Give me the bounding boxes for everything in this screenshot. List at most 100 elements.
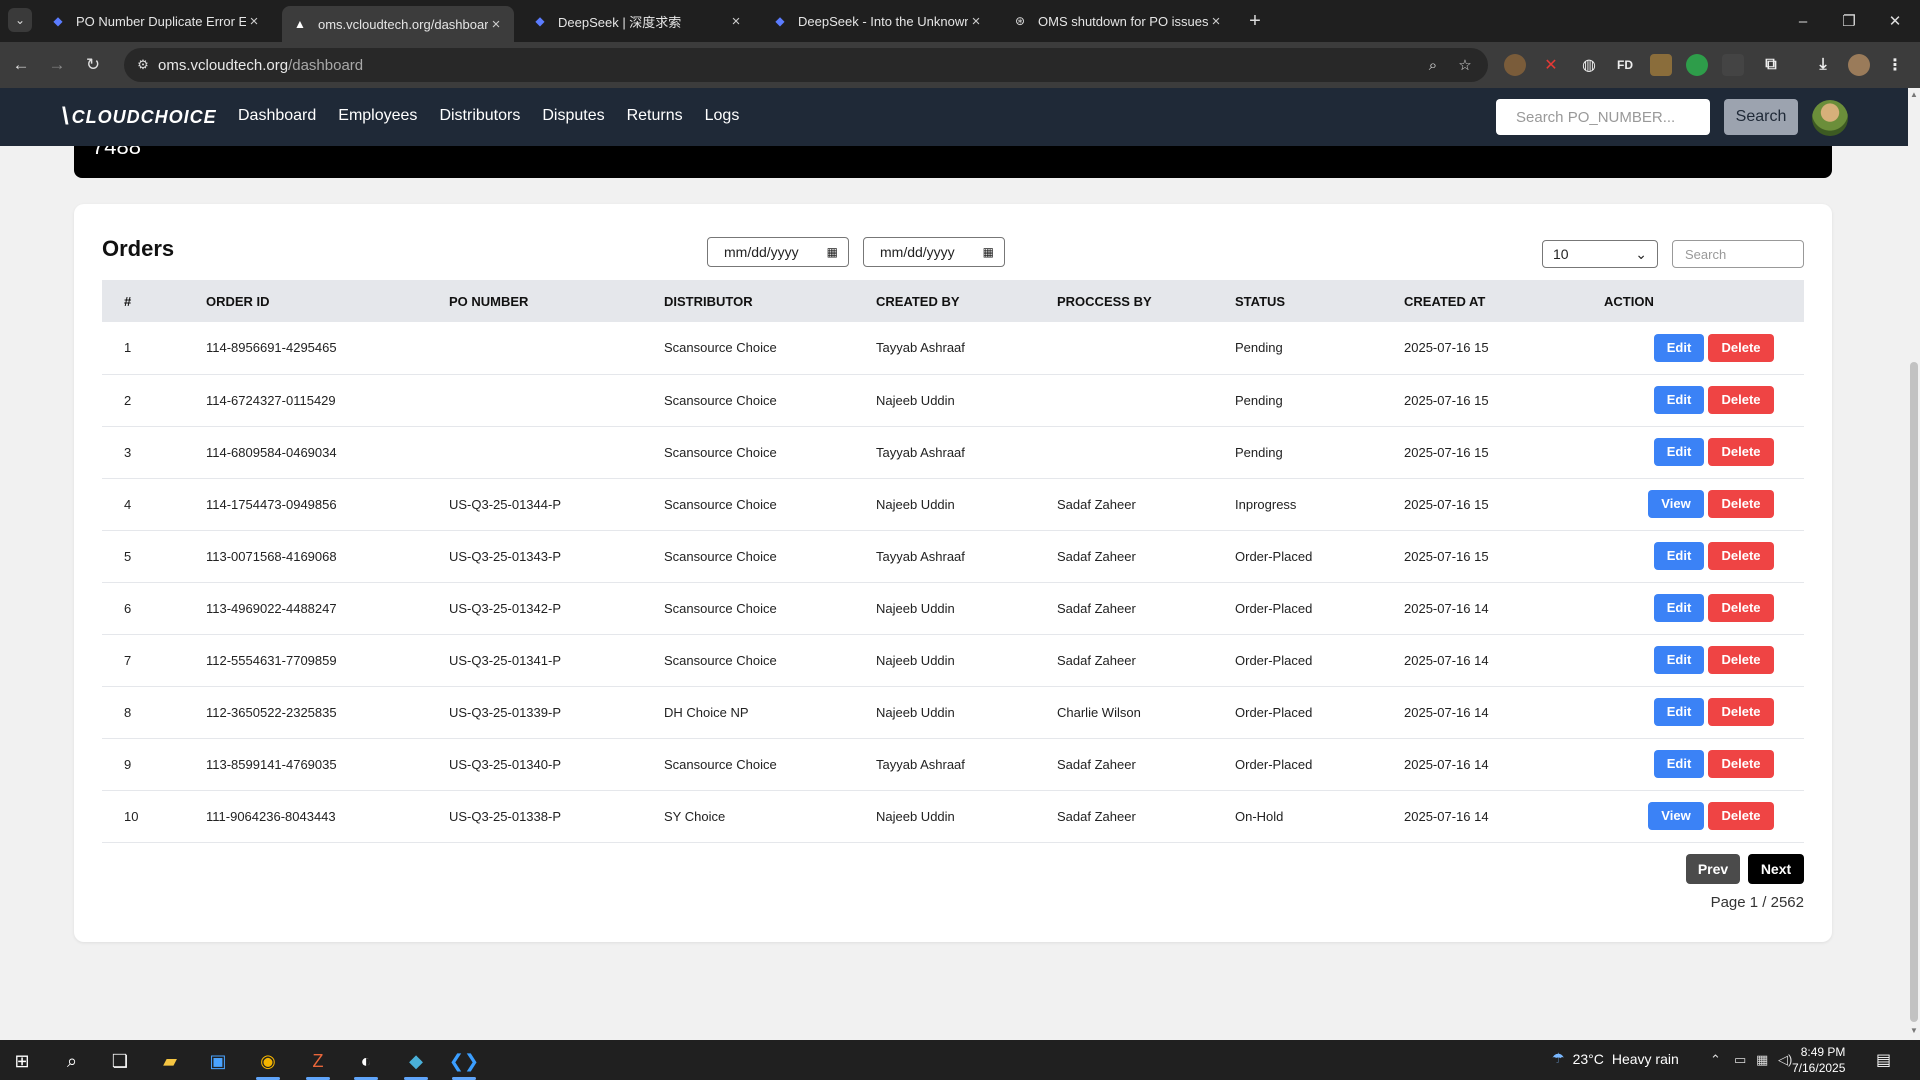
- view-button[interactable]: View: [1648, 802, 1704, 830]
- browser-tab-1[interactable]: ◆ PO Number Duplicate Error Exp ×: [40, 6, 272, 36]
- extension-x-icon[interactable]: ✕: [1540, 54, 1562, 76]
- edit-button[interactable]: Edit: [1654, 750, 1704, 778]
- tab-title: oms.vcloudtech.org/dashboard: [318, 16, 488, 32]
- nav-dashboard[interactable]: Dashboard: [238, 107, 316, 125]
- close-tab-icon[interactable]: ×: [246, 13, 262, 30]
- delete-button[interactable]: Delete: [1708, 802, 1774, 830]
- store-icon[interactable]: ▣: [198, 1046, 238, 1076]
- cell-created-at: 2025-07-16 15: [1404, 392, 1489, 408]
- forward-icon[interactable]: →: [46, 54, 68, 76]
- address-bar[interactable]: ⚙ oms.vcloudtech.org/dashboard ⌕ ☆: [124, 48, 1488, 82]
- extension-fd-icon[interactable]: FD: [1614, 54, 1636, 76]
- extension-avatar-icon[interactable]: [1504, 54, 1526, 76]
- delete-button[interactable]: Delete: [1708, 646, 1774, 674]
- close-tab-icon[interactable]: ×: [1208, 13, 1224, 30]
- delete-button[interactable]: Delete: [1708, 542, 1774, 570]
- close-window-icon[interactable]: ✕: [1884, 10, 1906, 32]
- nav-logs[interactable]: Logs: [705, 107, 740, 125]
- col-header-created-by: CREATED BY: [876, 293, 960, 309]
- delete-button[interactable]: Delete: [1708, 333, 1774, 362]
- delete-button[interactable]: Delete: [1708, 750, 1774, 778]
- date-from-input[interactable]: mm/dd/yyyy ▦: [707, 237, 849, 267]
- app-blue-icon[interactable]: ◆: [396, 1046, 436, 1080]
- po-search-button[interactable]: Search: [1724, 99, 1798, 135]
- page-size-select[interactable]: 10 ⌄: [1542, 240, 1658, 268]
- scroll-down-icon[interactable]: ▼: [1910, 1026, 1918, 1036]
- nav-disputes[interactable]: Disputes: [542, 107, 604, 125]
- scroll-up-icon[interactable]: ▲: [1910, 90, 1918, 100]
- system-clock[interactable]: 8:49 PM 7/16/2025: [1792, 1044, 1845, 1076]
- edit-button[interactable]: Edit: [1654, 542, 1704, 570]
- chrome-icon[interactable]: ◉: [248, 1046, 288, 1080]
- back-icon[interactable]: ←: [10, 54, 32, 76]
- close-tab-icon[interactable]: ×: [488, 16, 504, 33]
- app-z-icon[interactable]: Z: [298, 1046, 338, 1080]
- minimize-icon[interactable]: –: [1792, 10, 1814, 32]
- app-leaf-icon[interactable]: ◐: [346, 1046, 386, 1080]
- close-tab-icon[interactable]: ×: [968, 13, 984, 30]
- tab-search-chevron-icon[interactable]: ⌄: [8, 8, 32, 32]
- date-to-input[interactable]: mm/dd/yyyy ▦: [863, 237, 1005, 267]
- cell-po-number: US-Q3-25-01343-P: [449, 548, 561, 564]
- calendar-icon[interactable]: ▦: [827, 245, 838, 259]
- download-icon[interactable]: ⤓: [1812, 54, 1834, 76]
- task-view-icon[interactable]: ❏: [100, 1046, 140, 1076]
- delete-button[interactable]: Delete: [1708, 490, 1774, 518]
- delete-button[interactable]: Delete: [1708, 438, 1774, 466]
- new-tab-icon[interactable]: +: [1244, 10, 1266, 32]
- profile-avatar-icon[interactable]: [1848, 54, 1870, 76]
- menu-kebab-icon[interactable]: ⋮: [1884, 54, 1906, 76]
- nav-returns[interactable]: Returns: [627, 107, 683, 125]
- extension-green-icon[interactable]: [1686, 54, 1708, 76]
- extensions-puzzle-icon[interactable]: ⧉: [1760, 54, 1782, 76]
- delete-button[interactable]: Delete: [1708, 594, 1774, 622]
- weather-text: Heavy rain: [1611, 1050, 1679, 1067]
- delete-button[interactable]: Delete: [1708, 386, 1774, 414]
- table-search-input[interactable]: [1672, 240, 1804, 268]
- next-page-button[interactable]: Next: [1748, 854, 1804, 884]
- po-search-input[interactable]: [1496, 99, 1710, 135]
- browser-tab-2[interactable]: ▲ oms.vcloudtech.org/dashboard ×: [282, 6, 514, 42]
- extension-globe-icon[interactable]: ◍: [1578, 54, 1600, 76]
- chatgpt-icon: ⊛: [1014, 14, 1026, 28]
- battery-icon[interactable]: ▭: [1734, 1052, 1746, 1068]
- cell-created-at: 2025-07-16 14: [1404, 808, 1489, 824]
- calendar-icon[interactable]: ▦: [983, 245, 994, 259]
- nav-distributors[interactable]: Distributors: [439, 107, 520, 125]
- app-logo[interactable]: \ CLOUDCHOICE: [62, 103, 217, 130]
- tray-chevron-icon[interactable]: ⌃: [1710, 1052, 1721, 1068]
- reload-icon[interactable]: ↻: [82, 54, 104, 76]
- bookmark-star-icon[interactable]: ☆: [1456, 56, 1474, 74]
- edit-button[interactable]: Edit: [1654, 646, 1704, 674]
- close-tab-icon[interactable]: ×: [728, 13, 744, 30]
- nav-employees[interactable]: Employees: [338, 107, 417, 125]
- extension-image-icon[interactable]: [1650, 54, 1672, 76]
- taskbar-search-icon[interactable]: ⌕: [52, 1046, 92, 1076]
- cell-created-by: Tayyab Ashraaf: [876, 340, 965, 356]
- edit-button[interactable]: Edit: [1654, 438, 1704, 466]
- restore-icon[interactable]: ❐: [1838, 10, 1860, 32]
- edit-button[interactable]: Edit: [1654, 386, 1704, 414]
- edit-button[interactable]: Edit: [1654, 594, 1704, 622]
- browser-tab-5[interactable]: ⊛ OMS shutdown for PO issues ×: [1002, 6, 1234, 36]
- user-avatar[interactable]: [1812, 100, 1848, 136]
- edit-button[interactable]: Edit: [1654, 698, 1704, 726]
- scrollbar-thumb[interactable]: [1910, 362, 1918, 1022]
- site-info-icon[interactable]: ⚙: [134, 56, 152, 74]
- vscode-icon[interactable]: ❮❯: [444, 1046, 484, 1080]
- edit-button[interactable]: Edit: [1654, 333, 1704, 362]
- network-icon[interactable]: ▦: [1756, 1052, 1768, 1068]
- browser-tab-3[interactable]: ◆ DeepSeek | 深度求索 ×: [522, 6, 754, 36]
- browser-tab-4[interactable]: ◆ DeepSeek - Into the Unknown ×: [762, 6, 994, 36]
- weather-widget[interactable]: ☂ 23°C Heavy rain: [1552, 1050, 1679, 1067]
- delete-button[interactable]: Delete: [1708, 698, 1774, 726]
- windows-start-icon[interactable]: ⊞: [2, 1046, 42, 1076]
- volume-icon[interactable]: ◁): [1778, 1052, 1792, 1068]
- table-row: 1 114-8956691-4295465 Scansource Choice Tay…: [102, 322, 1804, 374]
- notifications-icon[interactable]: ▤: [1876, 1050, 1891, 1070]
- zoom-icon[interactable]: ⌕: [1424, 56, 1442, 74]
- file-explorer-icon[interactable]: ▰: [150, 1046, 190, 1076]
- extension-dark-icon[interactable]: [1722, 54, 1744, 76]
- prev-page-button[interactable]: Prev: [1686, 854, 1740, 884]
- view-button[interactable]: View: [1648, 490, 1704, 518]
